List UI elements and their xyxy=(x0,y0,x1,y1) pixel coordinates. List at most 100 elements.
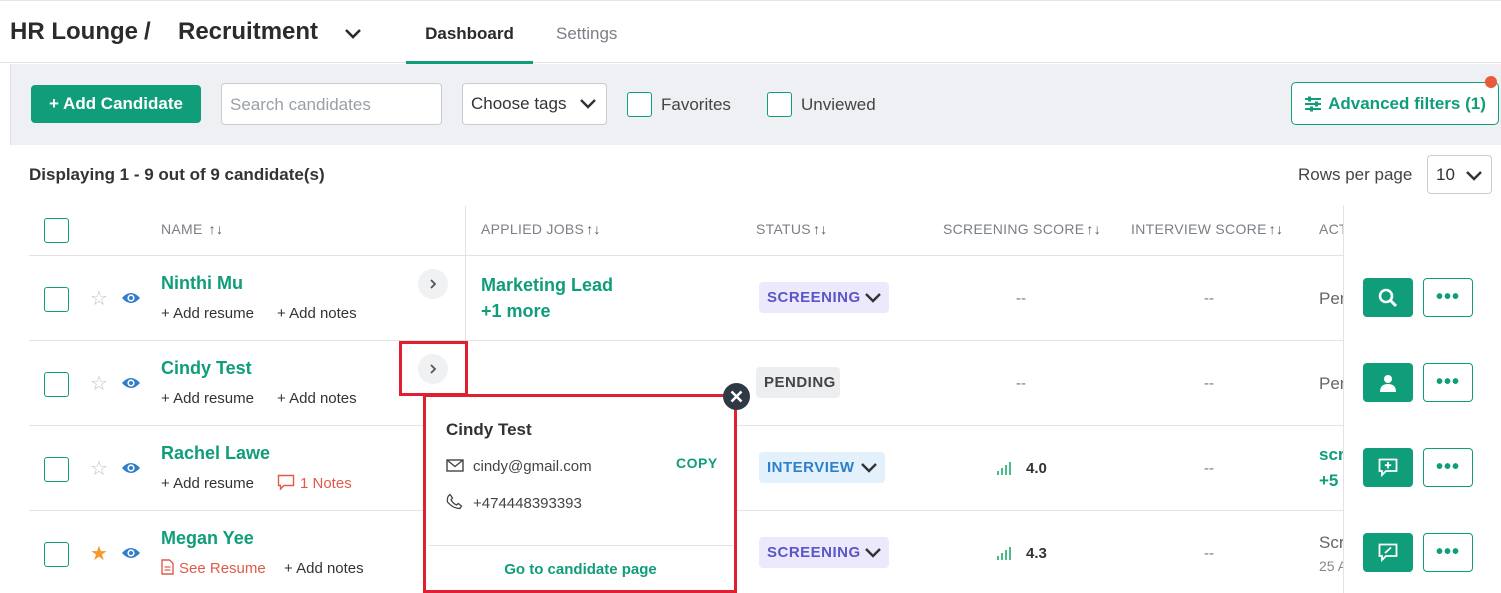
row-divider xyxy=(29,510,1492,511)
interview-score: -- xyxy=(1204,545,1214,562)
results-count: Displaying 1 - 9 out of 9 candidate(s) xyxy=(29,165,325,184)
column-header-status[interactable]: STATUS ↑↓ xyxy=(756,221,828,237)
add-feedback-button[interactable] xyxy=(1363,448,1413,487)
search-profile-button[interactable] xyxy=(1363,278,1413,317)
copy-email-button[interactable]: COPY xyxy=(676,455,718,471)
assign-interviewer-button[interactable] xyxy=(1363,363,1413,402)
rows-per-page-label: Rows per page xyxy=(1298,165,1413,184)
tags-select-label: Choose tags xyxy=(471,94,567,113)
advanced-filters-label: Advanced filters (1) xyxy=(1328,93,1486,113)
add-candidate-button[interactable]: + Add Candidate xyxy=(31,85,201,123)
candidate-name[interactable]: Cindy Test xyxy=(161,358,252,379)
candidate-name[interactable]: Megan Yee xyxy=(161,528,254,549)
row-checkbox[interactable] xyxy=(44,457,69,482)
notes-link[interactable]: 1 Notes xyxy=(300,475,352,492)
activity-more[interactable]: +5 xyxy=(1319,471,1338,491)
add-resume-link[interactable]: + Add resume xyxy=(161,305,254,322)
status-badge: SCREENING xyxy=(767,289,861,306)
row-divider xyxy=(29,340,1492,341)
star-icon[interactable]: ☆ xyxy=(90,371,108,396)
tab-settings[interactable]: Settings xyxy=(556,24,617,44)
add-resume-link[interactable]: + Add resume xyxy=(161,475,254,492)
interview-score: -- xyxy=(1204,375,1214,392)
sort-icon[interactable]: ↑↓ xyxy=(1086,221,1101,237)
candidate-name[interactable]: Rachel Lawe xyxy=(161,443,270,464)
row-checkbox[interactable] xyxy=(44,287,69,312)
sort-icon[interactable]: ↑↓ xyxy=(1269,221,1284,237)
column-header-screening-score[interactable]: SCREENING SCORE ↑↓ xyxy=(943,221,1101,237)
select-all-checkbox[interactable] xyxy=(44,218,69,243)
rows-per-page-select[interactable]: 10 xyxy=(1427,155,1492,194)
comment-icon xyxy=(277,474,295,491)
sort-icon[interactable]: ↑↓ xyxy=(586,221,601,237)
chat-plus-icon xyxy=(1378,458,1398,477)
edit-feedback-button[interactable] xyxy=(1363,533,1413,572)
unviewed-label: Unviewed xyxy=(801,95,876,114)
status-dropdown[interactable]: SCREENING xyxy=(759,537,889,568)
column-header-name[interactable]: NAME ↑↓ xyxy=(161,221,223,237)
popup-candidate-name: Cindy Test xyxy=(446,420,532,439)
close-icon xyxy=(730,390,743,403)
column-header-interview-score[interactable]: INTERVIEW SCORE ↑↓ xyxy=(1131,221,1283,237)
filter-active-dot xyxy=(1485,76,1497,88)
go-to-candidate-page-link[interactable]: Go to candidate page xyxy=(426,561,735,578)
advanced-filters-button[interactable]: Advanced filters (1) xyxy=(1291,82,1499,125)
star-icon[interactable]: ☆ xyxy=(90,286,108,311)
sort-icon[interactable]: ↑↓ xyxy=(813,221,828,237)
add-notes-link[interactable]: + Add notes xyxy=(284,560,364,577)
tags-select[interactable]: Choose tags xyxy=(462,83,607,125)
column-header-screening-score-label: SCREENING SCORE xyxy=(943,221,1085,237)
close-popup-button[interactable] xyxy=(723,383,750,410)
more-options-button[interactable]: ••• xyxy=(1423,448,1473,487)
highlight-frame xyxy=(399,341,468,396)
chevron-down-icon[interactable] xyxy=(343,24,363,44)
eye-icon[interactable] xyxy=(121,376,141,390)
sliders-icon xyxy=(1305,96,1322,111)
chevron-down-icon xyxy=(1466,171,1482,181)
breadcrumb-org[interactable]: HR Lounge xyxy=(10,18,138,46)
add-notes-link[interactable]: + Add notes xyxy=(277,305,357,322)
more-jobs-link[interactable]: +1 more xyxy=(481,301,551,322)
add-resume-link[interactable]: + Add resume xyxy=(161,390,254,407)
chevron-down-icon xyxy=(861,463,877,473)
expand-details-button[interactable] xyxy=(418,269,448,299)
column-header-applied-jobs-label: APPLIED JOBS xyxy=(481,221,585,237)
column-divider xyxy=(465,206,466,341)
row-divider xyxy=(29,255,1492,256)
row-checkbox[interactable] xyxy=(44,372,69,397)
status-badge: SCREENING xyxy=(767,544,861,561)
more-options-button[interactable]: ••• xyxy=(1423,363,1473,402)
favorites-label: Favorites xyxy=(661,95,731,114)
eye-icon[interactable] xyxy=(121,291,141,305)
search-input[interactable]: Search candidates xyxy=(221,83,442,125)
signal-bars-icon xyxy=(997,462,1011,475)
pdf-file-icon xyxy=(161,559,174,575)
applied-job-link[interactable]: Marketing Lead xyxy=(481,275,613,296)
user-icon xyxy=(1380,374,1396,392)
activity-text[interactable]: scr xyxy=(1319,445,1345,465)
column-header-interview-score-label: INTERVIEW SCORE xyxy=(1131,221,1267,237)
column-header-status-label: STATUS xyxy=(756,221,811,237)
status-dropdown[interactable]: INTERVIEW xyxy=(759,452,885,483)
star-icon[interactable]: ★ xyxy=(90,541,108,566)
column-header-applied-jobs[interactable]: APPLIED JOBS ↑↓ xyxy=(481,221,601,237)
sort-icon[interactable]: ↑↓ xyxy=(209,221,224,237)
candidate-name[interactable]: Ninthi Mu xyxy=(161,273,243,294)
more-options-button[interactable]: ••• xyxy=(1423,533,1473,572)
favorites-checkbox[interactable] xyxy=(627,92,652,117)
tab-dashboard[interactable]: Dashboard xyxy=(406,24,533,64)
add-notes-link[interactable]: + Add notes xyxy=(277,390,357,407)
status-dropdown[interactable]: SCREENING xyxy=(759,282,889,313)
screening-score: -- xyxy=(1016,290,1026,307)
see-resume-link[interactable]: See Resume xyxy=(179,560,266,577)
eye-icon[interactable] xyxy=(121,546,141,560)
chevron-down-icon xyxy=(865,293,881,303)
breadcrumb-separator: / xyxy=(144,18,151,45)
unviewed-checkbox[interactable] xyxy=(767,92,792,117)
row-checkbox[interactable] xyxy=(44,542,69,567)
more-options-button[interactable]: ••• xyxy=(1423,278,1473,317)
screening-score: 4.0 xyxy=(1026,460,1047,477)
star-icon[interactable]: ☆ xyxy=(90,456,108,481)
search-icon xyxy=(1378,288,1398,307)
eye-icon[interactable] xyxy=(121,461,141,475)
